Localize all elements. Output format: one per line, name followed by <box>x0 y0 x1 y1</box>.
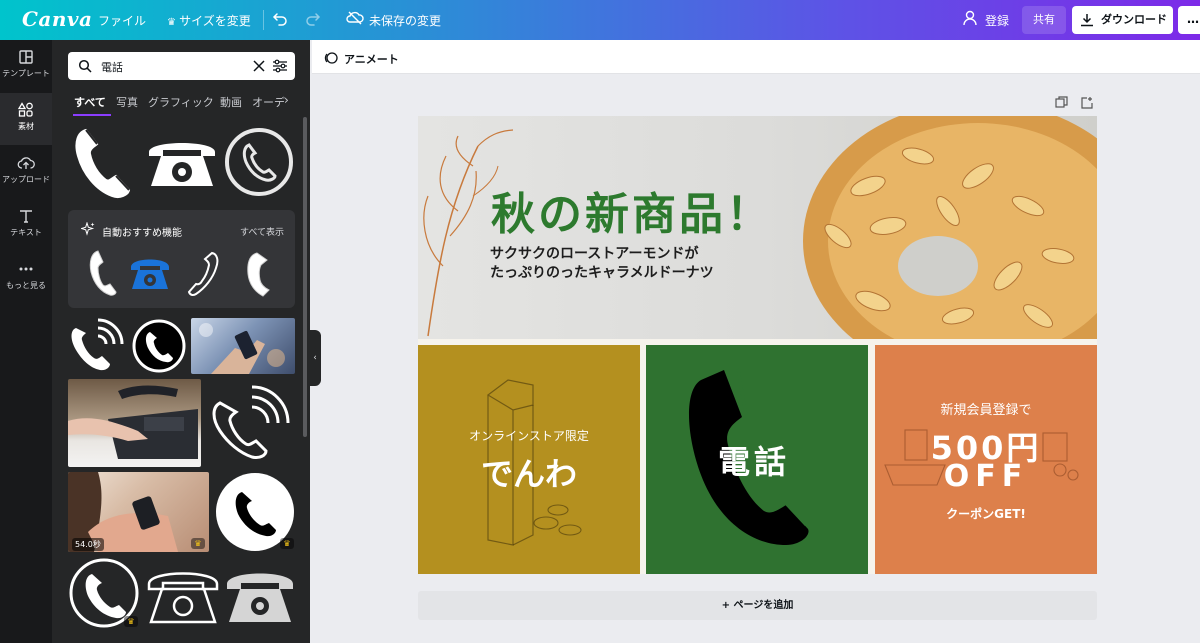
premium-crown-icon: ♛ <box>280 538 294 549</box>
download-label: ダウンロード <box>1101 13 1167 26</box>
phone-circle-white-graphic[interactable]: ♛ <box>214 472 296 552</box>
animate-button[interactable]: アニメート <box>344 51 399 67</box>
card1-caption: オンラインストア限定 <box>469 429 589 443</box>
tabs-next-icon[interactable]: › <box>284 93 289 107</box>
top-bar: Canva ファイル ♛ サイズを変更 未保存の変更 登録 共有 ダウンロード … <box>0 0 1200 40</box>
search-value[interactable]: 電話 <box>101 59 123 75</box>
nav-more[interactable]: もっと見る <box>0 252 52 304</box>
phone-graphic-2[interactable] <box>243 250 273 298</box>
toolbar-divider <box>263 10 264 30</box>
resize-button[interactable]: ♛ サイズを変更 <box>167 12 251 29</box>
collapse-panel-handle[interactable]: ‹ <box>309 330 321 386</box>
hero-subtitle-line2: たっぷりのったキャラメルドーナツ <box>490 265 714 281</box>
nav-templates[interactable]: テンプレート <box>0 40 52 92</box>
tab-videos[interactable]: 動画 <box>220 94 242 110</box>
card-phone[interactable]: 電話 <box>646 345 868 574</box>
premium-crown-icon: ♛ <box>191 538 205 549</box>
nav-label: アップロード <box>2 175 50 184</box>
text-icon <box>20 210 32 223</box>
premium-crown-icon: ♛ <box>124 616 138 627</box>
crown-icon: ♛ <box>167 17 180 28</box>
active-tab-indicator <box>73 114 111 116</box>
add-page-icon[interactable] <box>1081 96 1094 109</box>
nav-label: もっと見る <box>6 281 46 290</box>
file-menu[interactable]: ファイル <box>98 12 146 29</box>
nav-label: 素材 <box>18 122 34 131</box>
unsaved-status: 未保存の変更 <box>369 14 442 28</box>
rotary-phone-graphic[interactable] <box>145 134 219 190</box>
redo-icon[interactable] <box>305 10 321 26</box>
resize-label: サイズを変更 <box>179 14 251 28</box>
share-button[interactable]: 共有 <box>1022 6 1066 34</box>
phone-photo-1[interactable] <box>191 318 295 374</box>
more-icon <box>19 267 33 271</box>
design-page[interactable]: 秋の新商品！ サクサクのローストアーモンドが たっぷりのったキャラメルドーナツ … <box>418 116 1097 574</box>
see-all-link[interactable]: すべて表示 <box>240 225 284 238</box>
video-duration-badge: 54.0秒 <box>72 538 104 551</box>
side-nav: テンプレート 素材 アップロード テキスト もっと見る <box>0 40 52 643</box>
filter-icon[interactable] <box>272 59 288 73</box>
phone-graphic-1[interactable] <box>86 248 118 298</box>
more-options-button[interactable]: … <box>1178 6 1200 34</box>
clear-icon[interactable] <box>252 59 266 73</box>
phone-signal-outline-graphic[interactable] <box>206 379 296 467</box>
hero-title[interactable]: 秋の新商品！ <box>491 178 773 242</box>
phone-circle-outline-graphic[interactable] <box>224 127 294 197</box>
animate-toolbar: アニメート <box>312 40 1200 74</box>
download-button[interactable]: ダウンロード <box>1072 6 1173 34</box>
phone-handset-graphic[interactable] <box>72 124 134 199</box>
rotary-phone-grey-graphic[interactable] <box>224 566 296 626</box>
elements-panel: 電話 すべて 写真 グラフィック 動画 オーデ › 自動おすすめ機能 すべて表示… <box>52 40 310 643</box>
tab-photos[interactable]: 写真 <box>116 94 138 110</box>
signup-button[interactable]: 登録 <box>985 12 1009 29</box>
phone-signal-graphic[interactable] <box>68 318 128 374</box>
undo-icon[interactable] <box>272 10 288 26</box>
tab-audio[interactable]: オーデ <box>252 94 285 110</box>
phone-video-thumb[interactable]: 54.0秒 ♛ <box>68 472 209 552</box>
nav-label: テンプレート <box>2 69 50 78</box>
tab-all[interactable]: すべて <box>74 94 106 110</box>
auto-recommend-section: 自動おすすめ機能 すべて表示 <box>68 210 295 308</box>
phone-outline-graphic[interactable] <box>186 250 222 298</box>
blue-phone-graphic[interactable] <box>128 255 172 291</box>
card3-off: OFF <box>943 459 1029 494</box>
card3-coupon: クーポンGET! <box>946 507 1026 521</box>
nav-label: テキスト <box>10 228 42 237</box>
phone-photo-2[interactable] <box>68 379 201 467</box>
template-icon <box>19 50 33 64</box>
nav-uploads[interactable]: アップロード <box>0 146 52 198</box>
download-icon <box>1081 14 1093 27</box>
upload-icon <box>17 157 35 169</box>
nav-elements[interactable]: 素材 <box>0 93 52 145</box>
nav-text[interactable]: テキスト <box>0 199 52 251</box>
tab-graphics[interactable]: グラフィック <box>148 94 214 110</box>
search-input[interactable]: 電話 <box>68 52 295 80</box>
add-page-button[interactable]: + ページを追加 <box>418 591 1097 620</box>
sparkle-icon <box>81 222 95 236</box>
recommend-title: 自動おすすめ機能 <box>102 228 182 239</box>
rotary-phone-outline-graphic[interactable] <box>145 566 221 626</box>
cloud-unsaved-icon[interactable] <box>346 10 364 26</box>
hero-banner[interactable]: 秋の新商品！ サクサクのローストアーモンドが たっぷりのったキャラメルドーナツ <box>418 116 1097 339</box>
card-online-store[interactable]: オンラインストア限定 でんわ <box>418 345 640 574</box>
user-icon <box>963 10 977 26</box>
panel-scrollbar[interactable] <box>303 117 307 437</box>
canva-logo[interactable]: Canva <box>22 7 93 31</box>
animate-icon[interactable] <box>323 50 339 66</box>
duplicate-page-icon[interactable] <box>1055 96 1068 109</box>
phone-circle-outline-graphic-2[interactable]: ♛ <box>68 558 140 628</box>
phone-circle-black-graphic[interactable] <box>132 318 186 374</box>
elements-icon <box>18 102 33 117</box>
card1-title: でんわ <box>480 455 577 493</box>
hero-subtitle-line1: サクサクのローストアーモンドが <box>490 246 699 262</box>
search-icon <box>78 59 92 73</box>
card3-caption: 新規会員登録で <box>940 403 1032 418</box>
card2-title: 電話 <box>718 443 791 481</box>
card-coupon[interactable]: 新規会員登録で 500円 OFF クーポンGET! <box>875 345 1097 574</box>
hero-subtitle[interactable]: サクサクのローストアーモンドが たっぷりのったキャラメルドーナツ <box>490 245 714 283</box>
